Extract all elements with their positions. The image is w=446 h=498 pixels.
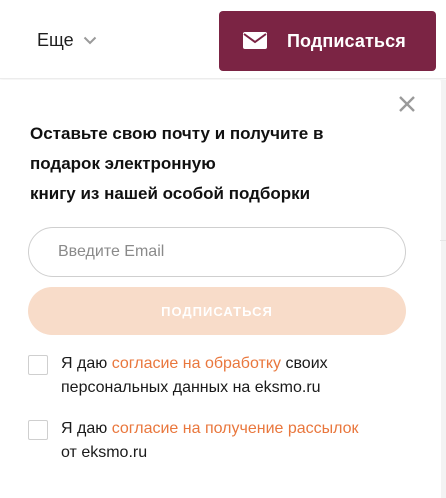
consent-newsletter-link[interactable]: согласие на получение рассылок xyxy=(112,420,359,437)
chevron-down-icon xyxy=(83,36,96,45)
consent-suffix: своих xyxy=(281,355,328,372)
header-subscribe-label: Подписаться xyxy=(287,31,406,51)
consent-processing-link[interactable]: согласие на обработку xyxy=(112,355,281,372)
headline-line: Оставьте свою почту и получите в xyxy=(30,124,324,143)
popup-headline: Оставьте свою почту и получите в подарок… xyxy=(30,119,390,209)
consent-prefix: Я даю xyxy=(61,355,112,372)
email-input[interactable] xyxy=(28,227,406,277)
envelope-icon xyxy=(243,32,267,49)
page-edge xyxy=(441,80,446,498)
more-menu[interactable]: Еще xyxy=(37,30,97,51)
header-subscribe-button[interactable]: Подписаться xyxy=(219,11,436,71)
consent-text: Я даю согласие на обработку своих персон… xyxy=(61,352,411,400)
headline-line: книгу из нашей особой подборки xyxy=(30,184,311,203)
consent-line2: персональных данных на eksmo.ru xyxy=(61,379,321,396)
consent-checkbox[interactable] xyxy=(28,420,48,440)
consent-line2: от eksmo.ru xyxy=(61,444,148,461)
consent-checkbox[interactable] xyxy=(28,355,48,375)
consent-prefix: Я даю xyxy=(61,420,112,437)
headline-line: подарок электронную xyxy=(30,154,216,173)
consent-text: Я даю согласие на получение рассылок от … xyxy=(61,417,411,465)
close-icon[interactable] xyxy=(396,93,418,115)
top-bar: Еще Подписаться xyxy=(0,0,446,79)
subscribe-submit-button[interactable]: ПОДПИСАТЬСЯ xyxy=(28,287,406,335)
more-label: Еще xyxy=(37,30,74,50)
